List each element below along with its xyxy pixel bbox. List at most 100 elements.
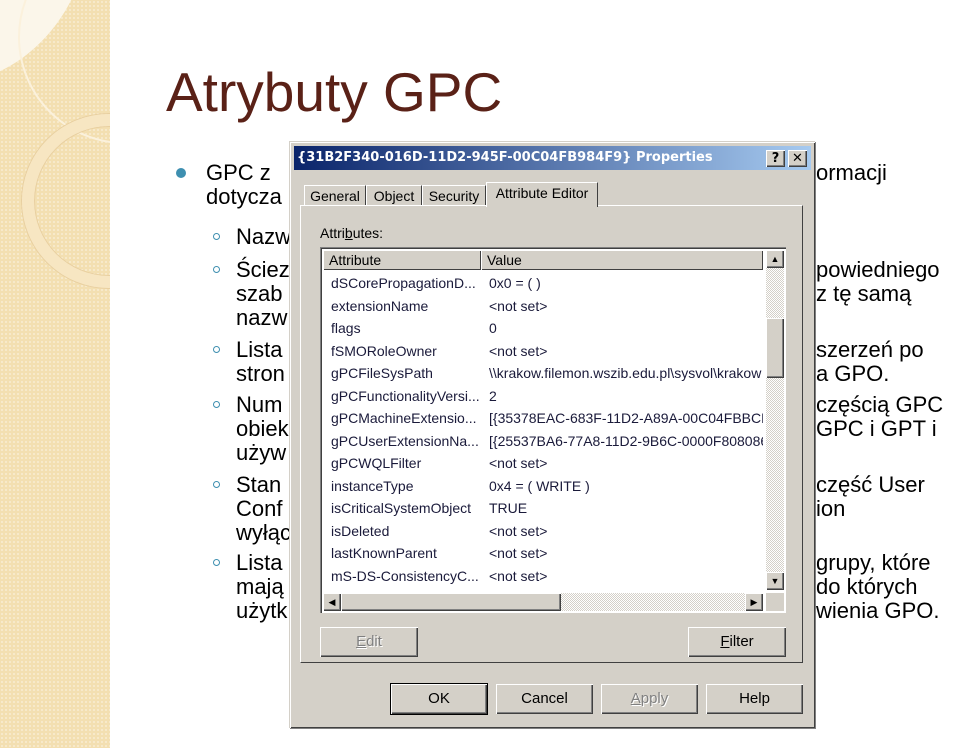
vertical-scroll-thumb[interactable]	[766, 318, 784, 378]
cancel-button[interactable]: Cancel	[496, 684, 593, 714]
sub-bullet-text-left: obiek	[236, 416, 289, 441]
sub-bullet-text-right: częścią GPC	[816, 392, 944, 417]
attribute-name: instanceType	[331, 477, 414, 494]
sub-bullet-text-left: stron	[236, 361, 285, 386]
sub-bullet-text-right: GPC i GPT i	[816, 416, 937, 441]
sub-bullet-text-right: szerzeń po	[816, 337, 924, 362]
attribute-value: 2	[489, 387, 497, 404]
attribute-value: [{25537BA6-77A8-11D2-9B6C-0000F808086	[489, 432, 763, 449]
bullet-dot-icon	[176, 168, 186, 178]
attribute-name: gPCUserExtensionNa...	[331, 432, 479, 449]
attribute-name: extensionName	[331, 297, 429, 314]
scroll-down-icon[interactable]: ▼	[766, 572, 784, 590]
attribute-name: flags	[331, 320, 361, 336]
attribute-value: TRUE	[489, 500, 528, 516]
sub-bullet-text-left: Conf	[236, 496, 283, 521]
slide-title: Atrybuty GPC	[166, 61, 503, 123]
table-row[interactable]: flags 0	[323, 317, 763, 340]
table-row[interactable]: mS-DS-ConsistencyC... <not set>	[323, 565, 763, 588]
sub-bullet-text-left: Lista	[236, 337, 283, 362]
dialog-title: {31B2F340-016D-11D2-945F-00C04FB984F9} P…	[297, 150, 713, 165]
table-row[interactable]: gPCUserExtensionNa... [{25537BA6-77A8-11D…	[323, 430, 763, 453]
sub-bullet-text-left: Lista	[236, 550, 283, 575]
list-rows: dSCorePropagationD... 0x0 = ( ) extensionN…	[323, 272, 763, 588]
vertical-scrollbar[interactable]: ▲ ▼	[766, 250, 784, 590]
attribute-name: gPCMachineExtensio...	[331, 410, 477, 426]
sub-bullet-text-left: wyłąc	[236, 520, 292, 545]
attribute-name: fSMORoleOwner	[331, 342, 437, 359]
properties-dialog: {31B2F340-016D-11D2-945F-00C04FB984F9} P…	[289, 141, 815, 728]
list-header: Attribute Value	[323, 250, 763, 270]
bullet-text-right: ormacji	[816, 160, 887, 185]
filter-button[interactable]: Filter	[688, 627, 786, 657]
close-button[interactable]: ✕	[788, 150, 807, 167]
table-row[interactable]: lastKnownParent <not set>	[323, 542, 763, 565]
ok-button[interactable]: OK	[391, 684, 487, 714]
help-title-button[interactable]: ?	[766, 150, 785, 167]
help-button[interactable]: Help	[706, 684, 803, 714]
sub-bullet-text-right: powiedniego	[816, 257, 940, 282]
table-row[interactable]: gPCFileSysPath \\krakow.filemon.wszib.edu…	[323, 362, 763, 385]
tab-security[interactable]: Security	[422, 185, 486, 206]
decor-ring	[22, 114, 110, 288]
scroll-corner	[766, 593, 784, 611]
scroll-up-icon[interactable]: ▲	[766, 250, 784, 268]
table-row[interactable]: gPCMachineExtensio... [{35378EAC-683F-11D…	[323, 407, 763, 430]
sub-bullet-ring-icon	[213, 233, 220, 240]
label-mnemonic: b	[344, 225, 353, 241]
scroll-left-icon[interactable]: ◀	[323, 593, 341, 611]
sub-bullet-text-right: ion	[816, 496, 846, 521]
attribute-value: 0	[489, 320, 497, 336]
table-row[interactable]: isCriticalSystemObject TRUE	[323, 497, 763, 520]
sub-bullet-text-left: użytk	[236, 598, 288, 623]
column-header-value[interactable]: Value	[481, 250, 763, 270]
table-row[interactable]: instanceType 0x4 = ( WRITE )	[323, 475, 763, 498]
tab-general[interactable]: General	[304, 185, 366, 206]
attribute-value: <not set>	[489, 455, 548, 471]
attribute-value: <not set>	[489, 545, 548, 561]
sub-bullet-text-left: Ściez	[236, 257, 290, 282]
horizontal-scrollbar[interactable]: ◀ ▶	[323, 593, 763, 611]
table-row[interactable]: dSCorePropagationD... 0x0 = ( )	[323, 272, 763, 295]
attribute-name: dSCorePropagationD...	[331, 275, 476, 291]
attribute-name: gPCFileSysPath	[331, 365, 433, 381]
title-bar[interactable]: {31B2F340-016D-11D2-945F-00C04FB984F9} P…	[294, 146, 811, 170]
sub-bullet-text-right: grupy, które	[816, 550, 931, 575]
table-row[interactable]: fSMORoleOwner <not set>	[323, 340, 763, 363]
attributes-list[interactable]: Attribute Value dSCorePropagationD... 0x0…	[320, 247, 786, 613]
sub-bullet-text-left: Stan	[236, 472, 282, 497]
sub-bullet-text-left: Nazw	[236, 224, 292, 249]
horizontal-scroll-thumb[interactable]	[341, 593, 561, 611]
tab-object[interactable]: Object	[366, 185, 422, 206]
attribute-name: isCriticalSystemObject	[331, 500, 472, 516]
attribute-value: <not set>	[489, 342, 548, 359]
sub-bullet-text-left: szab	[236, 281, 283, 306]
attribute-name: gPCWQLFilter	[331, 455, 422, 471]
scroll-right-icon[interactable]: ▶	[745, 593, 763, 611]
attribute-value: <not set>	[489, 522, 548, 539]
edit-button[interactable]: Edit	[320, 627, 418, 657]
table-row[interactable]: gPCWQLFilter <not set>	[323, 452, 763, 475]
table-row[interactable]: gPCFunctionalityVersi... 2	[323, 385, 763, 408]
column-header-attribute[interactable]: Attribute	[323, 250, 481, 270]
bullet-text-left: dotycza	[206, 184, 282, 209]
attribute-name: mS-DS-ConsistencyC...	[331, 567, 479, 584]
sub-bullet-ring-icon	[213, 266, 220, 273]
sub-bullet-text-left: Num	[236, 392, 283, 417]
apply-button[interactable]: Apply	[601, 684, 698, 714]
sub-bullet-text-right: z tę samą	[816, 281, 912, 306]
attribute-value: 0x4 = ( WRITE )	[489, 477, 590, 494]
attribute-name: isDeleted	[331, 522, 390, 539]
sub-bullet-text-left: nazw	[236, 305, 288, 330]
label-part: utes:	[352, 225, 384, 241]
table-row[interactable]: extensionName <not set>	[323, 295, 763, 318]
attribute-value: <not set>	[489, 297, 548, 314]
bullet-text-left: GPC z	[206, 160, 271, 185]
sub-bullet-ring-icon	[213, 346, 220, 353]
table-row[interactable]: isDeleted <not set>	[323, 520, 763, 543]
sub-bullet-text-left: mają	[236, 574, 284, 599]
slide-decoration	[0, 0, 110, 748]
mnemonic: F	[720, 633, 730, 650]
tab-attribute-editor[interactable]: Attribute Editor	[486, 182, 598, 207]
label-part: Attri	[320, 225, 345, 241]
